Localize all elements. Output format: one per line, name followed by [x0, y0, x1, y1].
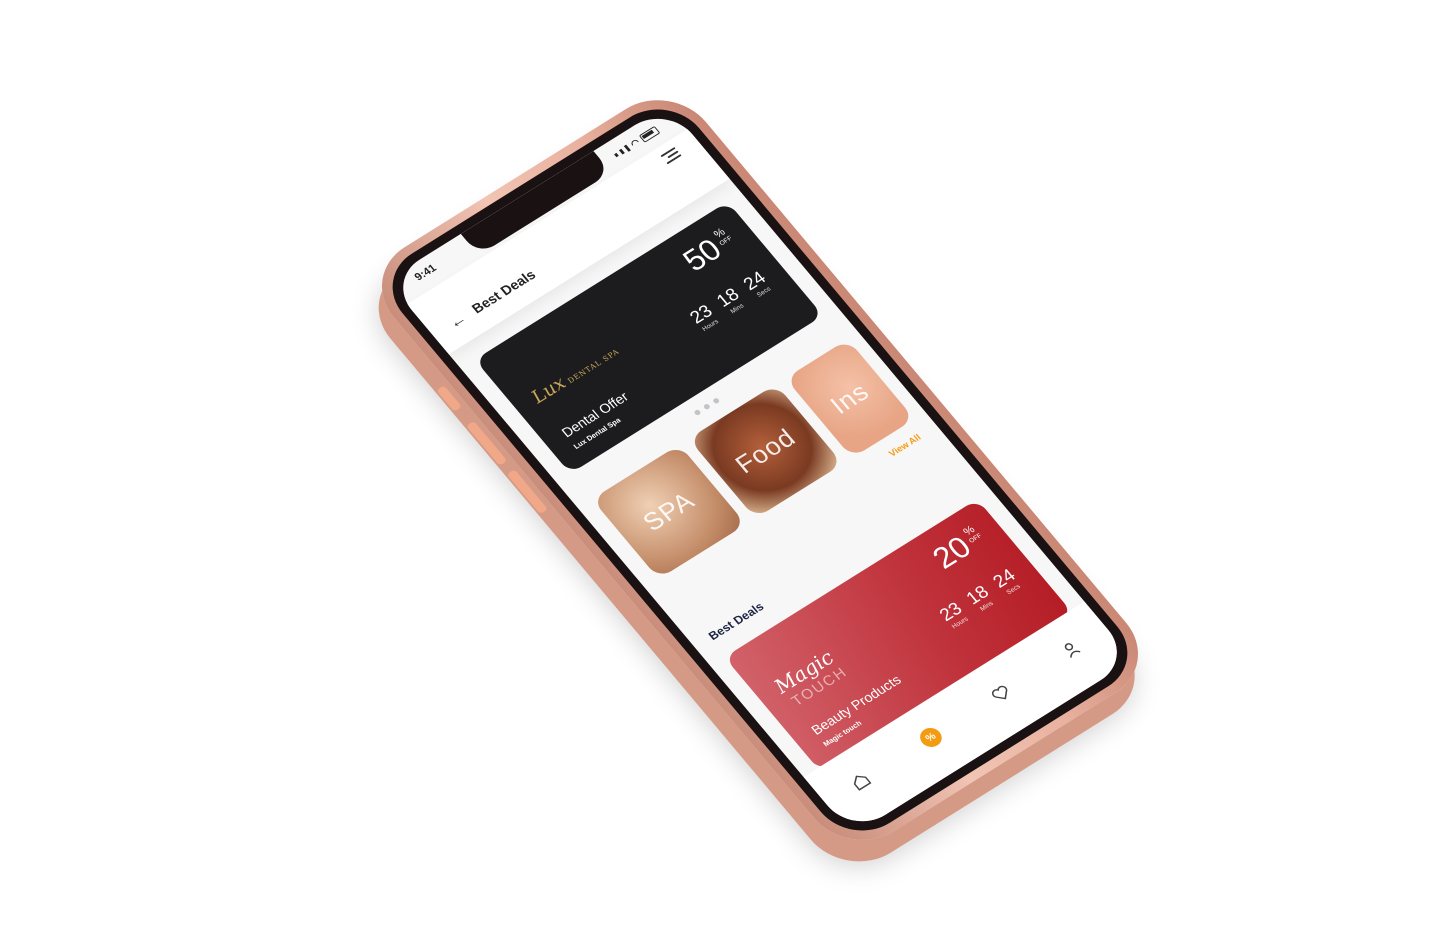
signal-icon: [614, 152, 620, 158]
countdown-hours: 23 Hours: [686, 301, 721, 333]
page-title: Best Deals: [469, 267, 540, 317]
brand-name: Lux: [526, 371, 571, 408]
profile-icon[interactable]: [1052, 633, 1091, 667]
status-time: 9:41: [411, 261, 439, 284]
countdown-mins: 18 Mins: [713, 285, 748, 317]
category-label: Food: [729, 423, 802, 479]
countdown-hours: 23 Hours: [936, 599, 971, 631]
view-all-link[interactable]: View All: [887, 433, 923, 459]
category-label: SPA: [637, 486, 701, 537]
app-screen: 9:41 ◠ ← Best Deals LuxDENTAL SPA 50 % O…: [386, 104, 1134, 836]
deals-icon[interactable]: %: [912, 721, 951, 755]
battery-icon: [638, 125, 661, 143]
countdown-secs: 24 Secs: [989, 565, 1024, 597]
carousel-dot[interactable]: [702, 403, 711, 411]
signal-bar: [619, 148, 626, 155]
home-icon[interactable]: [841, 765, 880, 799]
phone-mockup: 9:41 ◠ ← Best Deals LuxDENTAL SPA 50 % O…: [359, 80, 1161, 860]
menu-icon[interactable]: [659, 145, 684, 167]
carousel-dot[interactable]: [712, 397, 721, 405]
heart-icon[interactable]: [982, 677, 1021, 711]
carousel-dot[interactable]: [693, 408, 702, 417]
brand-sub: DENTAL SPA: [566, 347, 622, 385]
wifi-icon: ◠: [628, 137, 642, 150]
percent-icon: %: [915, 724, 947, 751]
carousel-dots[interactable]: [693, 397, 721, 417]
signal-bar: [624, 144, 632, 152]
countdown-mins: 18 Mins: [962, 582, 997, 614]
category-label: Ins: [824, 377, 875, 420]
countdown-secs: 24 Secs: [740, 268, 775, 300]
back-arrow-icon[interactable]: ←: [444, 309, 471, 333]
mockup-stage: 9:41 ◠ ← Best Deals LuxDENTAL SPA 50 % O…: [0, 0, 1440, 936]
